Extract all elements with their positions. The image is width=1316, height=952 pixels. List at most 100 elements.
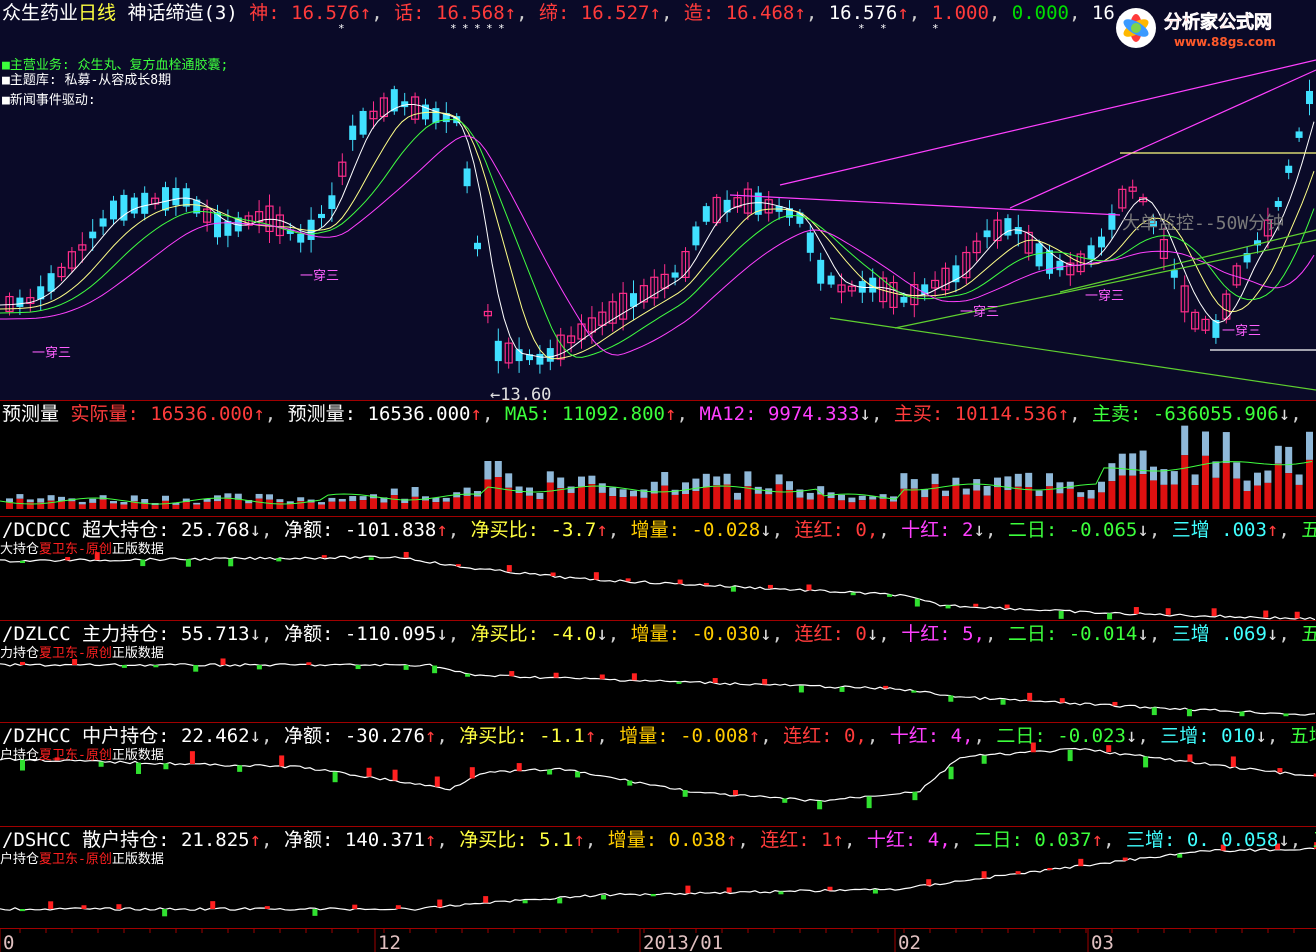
volume-bar-buy bbox=[89, 502, 97, 509]
holding-name: 超大持仓: 25.768 bbox=[82, 519, 250, 541]
holding-header-0: /DCDCC 超大持仓: 25.768↓, 净额: -101.838↑, 净买比… bbox=[0, 517, 1316, 543]
holding-sublabel-1: 力持仓夏卫东-原创正版数据 bbox=[0, 646, 164, 661]
period-label[interactable]: 日线 bbox=[78, 2, 116, 24]
volume-header: 预测量 实际量: 16536.000↑, 预测量: 16536.000↑, MA… bbox=[0, 401, 1302, 427]
change-bar-up bbox=[712, 678, 718, 683]
candle-down bbox=[806, 232, 814, 253]
holding-pane-0[interactable]: /DCDCC 超大持仓: 25.768↓, 净额: -101.838↑, 净买比… bbox=[0, 516, 1316, 621]
change-bar-up bbox=[926, 879, 932, 886]
candle-down bbox=[536, 353, 544, 365]
change-bar-up bbox=[469, 767, 475, 779]
volume-bar-sell bbox=[1014, 473, 1022, 487]
volume-bar-buy bbox=[1306, 459, 1313, 509]
volume-bar-sell bbox=[26, 499, 34, 503]
vol-value-0: 实际量: 16536.000 bbox=[70, 403, 254, 425]
holding-2-arrow-6: ↓ bbox=[1255, 725, 1267, 747]
volume-bar-buy bbox=[827, 498, 835, 509]
holding-1-value-5: 二日: -0.014 bbox=[1007, 623, 1138, 645]
change-bar-up bbox=[1263, 610, 1269, 618]
holding-pane-2[interactable]: /DZHCC 中户持仓: 22.462↓, 净额: -30.276↑, 净买比:… bbox=[0, 722, 1316, 827]
change-bar-up bbox=[625, 578, 631, 582]
candle-down bbox=[702, 206, 710, 222]
holding-pane-3[interactable]: /DSHCC 散户持仓: 21.825↑, 净额: 140.371↑, 净买比:… bbox=[0, 826, 1316, 929]
volume-bar-sell bbox=[266, 494, 273, 500]
volume-bar-sell bbox=[484, 461, 492, 480]
volume-bar-buy bbox=[952, 485, 960, 509]
holding-code[interactable]: /DZLCC bbox=[2, 623, 82, 645]
vol-value-4: 主买: 10114.536 bbox=[893, 403, 1058, 425]
vol-arrow-0: ↑ bbox=[253, 403, 265, 425]
volume-bar-buy bbox=[1098, 492, 1105, 509]
change-bar-down bbox=[1186, 709, 1192, 717]
volume-bar-buy bbox=[318, 504, 325, 509]
holding-1-value-6: 三增 .069 bbox=[1171, 623, 1267, 645]
change-bar-up bbox=[732, 790, 738, 796]
change-bar-down bbox=[276, 558, 282, 562]
volume-bar-buy bbox=[838, 500, 845, 509]
volume-bar-sell bbox=[318, 502, 325, 505]
time-axis[interactable]: 0 12 2013/01 02 03 bbox=[0, 928, 1316, 952]
volume-bar-buy bbox=[1170, 484, 1178, 509]
volume-bar-sell bbox=[78, 501, 86, 505]
volume-bar-buy bbox=[702, 487, 710, 509]
holding-pane-1[interactable]: /DZLCC 主力持仓: 55.713↓, 净额: -110.095↓, 净买比… bbox=[0, 620, 1316, 723]
volume-bar-sell bbox=[130, 495, 138, 502]
holding-0-value-2: 增量: -0.028 bbox=[630, 519, 761, 541]
holding-1-value-1: 净买比: -4.0 bbox=[470, 623, 597, 645]
change-bar-down bbox=[627, 780, 633, 786]
kline-pane[interactable]: 一穿三 一穿三 一穿三 一穿三 一穿三 ←13.60 * * * * * * * * * 众生药业日线 神话… bbox=[0, 0, 1316, 400]
change-bar-down bbox=[817, 800, 823, 810]
change-bar-down bbox=[140, 559, 146, 567]
vol-value-3: MA12: 9974.333 bbox=[699, 403, 860, 425]
holding-name: 主力持仓: 55.713 bbox=[82, 623, 250, 645]
change-bar-up bbox=[279, 755, 285, 767]
volume-bar-buy bbox=[110, 503, 117, 509]
volume-bar-buy bbox=[1004, 490, 1012, 509]
volume-bar-buy bbox=[245, 503, 253, 509]
volume-bar-buy bbox=[557, 488, 565, 509]
holding-1-arrow-0: ↓ bbox=[436, 623, 448, 645]
change-bar-down bbox=[368, 557, 374, 560]
change-bar-down bbox=[522, 900, 528, 904]
volume-bar-sell bbox=[630, 490, 637, 497]
volume-bar-buy bbox=[1243, 490, 1251, 509]
volume-pane[interactable]: 预测量 实际量: 16536.000↑, 预测量: 16536.000↑, MA… bbox=[0, 400, 1316, 517]
holding-code[interactable]: /DSHCC bbox=[2, 829, 82, 851]
change-bar-down bbox=[20, 909, 25, 912]
candle-down bbox=[983, 230, 991, 238]
holding-arrow: ↓ bbox=[249, 725, 262, 747]
holding-0-arrow-1: ↑ bbox=[596, 519, 608, 541]
change-bar-down bbox=[850, 592, 856, 596]
volume-bar-buy bbox=[307, 502, 315, 509]
holding-code[interactable]: /DZHCC bbox=[2, 725, 82, 747]
holding-0-value-1: 净买比: -3.7 bbox=[470, 519, 597, 541]
change-bar-down bbox=[912, 791, 918, 801]
holding-0-value-4: 十红: 2 bbox=[901, 519, 974, 541]
candle-down bbox=[1295, 131, 1303, 138]
change-bar-up bbox=[827, 886, 833, 891]
change-bar-up bbox=[434, 776, 440, 787]
change-bar-up bbox=[1027, 692, 1033, 701]
volume-bar-buy bbox=[650, 493, 658, 509]
holding-3-arrow-3: ↑ bbox=[832, 829, 844, 851]
volume-bar-buy bbox=[505, 487, 513, 509]
volume-bar-sell bbox=[578, 476, 585, 487]
volume-bar-sell bbox=[338, 498, 346, 502]
volume-bar-sell bbox=[692, 478, 700, 492]
volume-bar-sell bbox=[1254, 472, 1261, 486]
volume-bar-buy bbox=[484, 479, 492, 509]
change-bar-up bbox=[189, 751, 195, 765]
holding-code[interactable]: /DCDCC bbox=[2, 519, 82, 541]
change-bar-up bbox=[352, 904, 358, 909]
indicator-name[interactable]: 神话缔造(3) bbox=[127, 2, 237, 24]
change-bar-down bbox=[887, 594, 893, 597]
volume-bar-buy bbox=[942, 496, 949, 509]
volume-bar-sell bbox=[16, 494, 24, 499]
volume-bar-buy bbox=[78, 504, 86, 509]
volume-title[interactable]: 预测量 bbox=[2, 403, 59, 425]
volume-bar-sell bbox=[1274, 445, 1282, 464]
holding-0-value-0: 净额: -101.838 bbox=[283, 519, 437, 541]
volume-bar-sell bbox=[723, 473, 731, 485]
change-bar-down bbox=[1177, 853, 1183, 858]
volume-bar-sell bbox=[1306, 431, 1313, 460]
